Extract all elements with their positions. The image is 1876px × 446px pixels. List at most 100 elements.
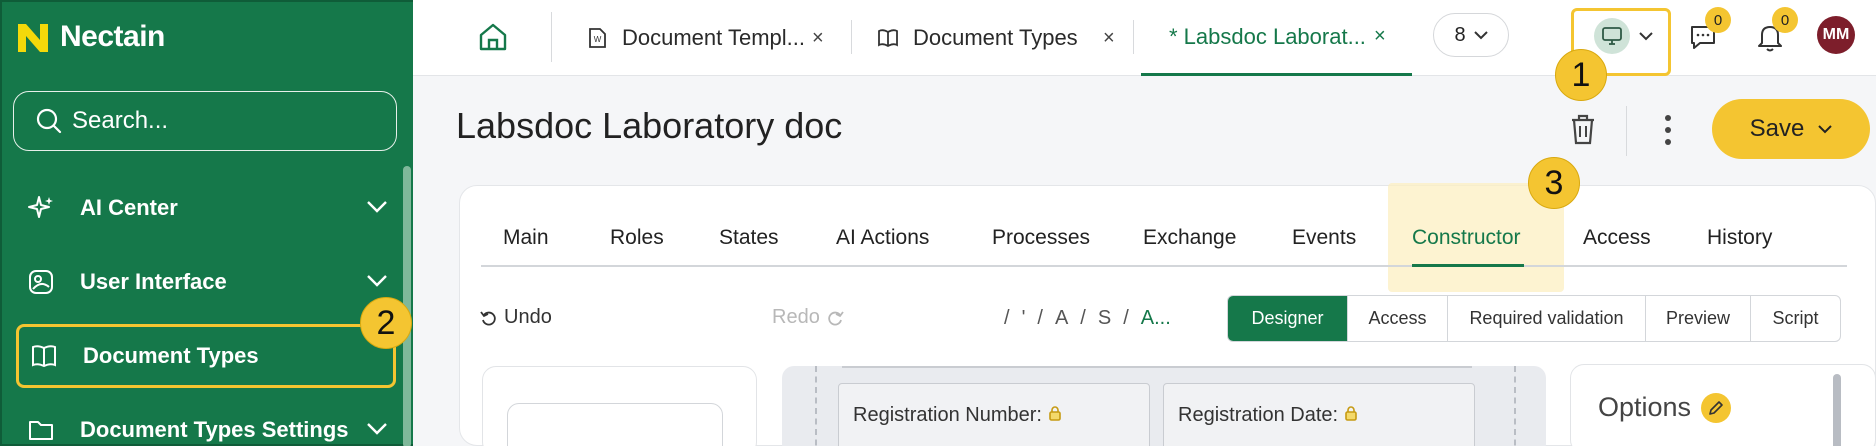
sidebar-item-user-interface[interactable]: User Interface <box>16 252 396 312</box>
active-tab-indicator <box>1412 264 1524 267</box>
search-input[interactable] <box>72 107 372 135</box>
tab-labsdoc-laboratory[interactable]: * Labsdoc Laborat... × <box>1141 0 1412 76</box>
tab-constructor[interactable]: Constructor <box>1412 226 1521 250</box>
avatar[interactable]: MM <box>1817 16 1855 54</box>
field-row-border <box>842 366 1472 368</box>
divider <box>851 20 852 54</box>
options-scrollbar[interactable] <box>1833 374 1841 446</box>
component-placeholder[interactable] <box>507 403 723 446</box>
tab-roles[interactable]: Roles <box>610 226 664 250</box>
tabs-divider <box>481 265 1847 267</box>
chat-badge: 0 <box>1705 7 1731 33</box>
sidebar-item-label: User Interface <box>80 269 227 294</box>
divider <box>1133 20 1134 54</box>
divider <box>551 12 552 62</box>
breadcrumb-separator: / <box>1123 307 1129 329</box>
redo-label: Redo <box>772 306 820 328</box>
tab-label: * Labsdoc Laborat... <box>1169 23 1366 49</box>
canvas-guide <box>815 366 817 446</box>
chevron-down-icon[interactable] <box>366 274 388 288</box>
breadcrumb: / ' / A / S / A... <box>1004 307 1171 330</box>
registration-number-field[interactable]: Registration Number: <box>838 383 1150 446</box>
options-title: Options <box>1598 392 1692 422</box>
page-title: Labsdoc Laboratory doc <box>456 105 843 146</box>
tab-ai-actions[interactable]: AI Actions <box>836 226 929 250</box>
sidebar-item-document-types[interactable]: Document Types <box>16 324 396 388</box>
tab-access[interactable]: Access <box>1583 226 1651 250</box>
options-header: Options <box>1598 392 1732 423</box>
book-icon <box>878 29 898 48</box>
divider <box>1626 106 1627 156</box>
mode-preview[interactable]: Preview <box>1645 296 1750 341</box>
mode-required-validation[interactable]: Required validation <box>1447 296 1645 341</box>
logo[interactable]: Nectain <box>16 20 165 54</box>
undo-button[interactable]: Undo <box>480 306 552 329</box>
tab-document-types[interactable]: Document Types × <box>877 0 1132 76</box>
svg-text:W: W <box>594 35 602 44</box>
field-label: Registration Date: <box>1178 404 1339 426</box>
lock-icon <box>1048 406 1061 421</box>
edit-icon[interactable] <box>1701 392 1732 423</box>
tab-main[interactable]: Main <box>503 226 549 250</box>
mode-access[interactable]: Access <box>1347 296 1447 341</box>
field-label: Registration Number: <box>853 404 1042 426</box>
breadcrumb-item[interactable]: ' <box>1022 307 1026 330</box>
book-icon <box>29 341 59 371</box>
chevron-down-icon[interactable] <box>1639 31 1653 41</box>
breadcrumb-separator: / <box>1004 307 1010 329</box>
step-marker-3: 3 <box>1528 157 1580 209</box>
search-icon <box>36 108 62 134</box>
sidebar-item-document-types-settings[interactable]: Document Types Settings <box>16 400 396 446</box>
home-icon[interactable] <box>476 20 510 54</box>
breadcrumb-item[interactable]: A... <box>1141 307 1171 330</box>
tab-states[interactable]: States <box>719 226 779 250</box>
close-icon[interactable]: × <box>1103 27 1115 50</box>
registration-date-field[interactable]: Registration Date: <box>1163 383 1475 446</box>
mode-designer[interactable]: Designer <box>1228 296 1347 341</box>
screen-switcher-button[interactable] <box>1594 18 1630 54</box>
tab-processes[interactable]: Processes <box>992 226 1090 250</box>
sidebar-search[interactable] <box>13 91 397 151</box>
sidebar-item-ai-center[interactable]: AI Center <box>16 178 396 238</box>
sparkle-icon <box>26 193 56 223</box>
app-name: Nectain <box>60 20 165 53</box>
trash-icon[interactable] <box>1568 112 1598 146</box>
canvas-guide <box>1514 366 1516 446</box>
open-tabs-counter[interactable]: 8 <box>1433 13 1509 57</box>
lock-icon <box>1344 406 1357 421</box>
tab-history[interactable]: History <box>1707 226 1772 250</box>
tab-label: Document Templ... <box>622 25 806 50</box>
breadcrumb-item[interactable]: A <box>1055 307 1068 330</box>
sidebar: Nectain AI Center User Interface Documen… <box>0 0 413 446</box>
tab-exchange[interactable]: Exchange <box>1143 226 1236 250</box>
user-interface-icon <box>26 267 56 297</box>
save-button[interactable]: Save <box>1712 99 1870 159</box>
redo-button[interactable]: Redo <box>772 306 844 329</box>
chevron-down-icon[interactable] <box>366 422 388 436</box>
sidebar-item-label: Document Types Settings <box>80 417 349 442</box>
tab-count: 8 <box>1454 23 1466 46</box>
breadcrumb-separator: / <box>1037 307 1043 329</box>
tab-label: Document Types <box>913 25 1078 50</box>
undo-label: Undo <box>504 306 552 328</box>
close-icon[interactable]: × <box>812 27 824 50</box>
folder-icon <box>26 415 56 445</box>
sidebar-item-label: Document Types <box>83 343 259 368</box>
chevron-down-icon[interactable] <box>366 200 388 214</box>
notification-badge: 0 <box>1772 7 1798 33</box>
components-panel <box>482 366 757 446</box>
breadcrumb-item[interactable]: S <box>1098 307 1111 330</box>
save-label: Save <box>1749 115 1805 142</box>
chevron-down-icon <box>1818 125 1833 134</box>
tab-document-templates[interactable]: W Document Templ... × <box>586 0 856 76</box>
more-vertical-icon[interactable] <box>1663 114 1673 146</box>
monitor-icon <box>1602 27 1622 45</box>
close-icon[interactable]: × <box>1374 25 1386 48</box>
document-template-icon: W <box>589 28 606 48</box>
nectain-logo-icon <box>18 24 48 52</box>
step-marker-2: 2 <box>360 297 412 349</box>
mode-script[interactable]: Script <box>1750 296 1840 341</box>
breadcrumb-separator: / <box>1080 307 1086 329</box>
tab-events[interactable]: Events <box>1292 226 1356 250</box>
mode-switcher: Designer Access Required validation Prev… <box>1227 295 1841 342</box>
